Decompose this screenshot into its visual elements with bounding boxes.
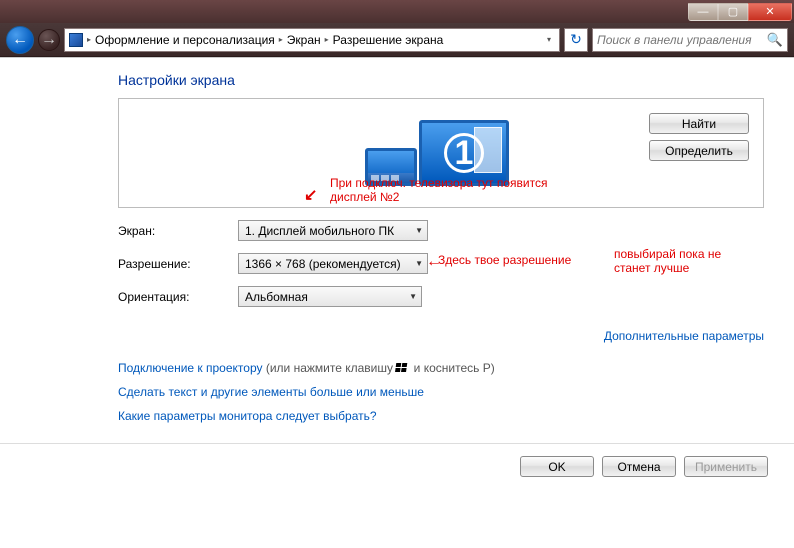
find-button[interactable]: Найти: [649, 113, 749, 134]
footer-bar: OK Отмена Применить: [0, 444, 794, 489]
annotation-tv: ↙ При подключ. телевизора тут появится д…: [330, 176, 570, 205]
row-orientation: Ориентация: Альбомная ▼: [118, 286, 764, 307]
breadcrumb-item[interactable]: Экран: [287, 33, 321, 47]
which-settings-link[interactable]: Какие параметры монитора следует выбрать…: [118, 409, 764, 423]
annotation-pick: повыбирай пока не станет лучше: [614, 247, 754, 276]
annotation-resolution: ← Здесь твое разрешение: [438, 253, 571, 267]
chevron-down-icon[interactable]: ▾: [547, 35, 555, 44]
chevron-right-icon: ▸: [279, 35, 283, 44]
connect-projector-link[interactable]: Подключение к проектору: [118, 361, 263, 375]
chevron-right-icon: ▸: [87, 35, 91, 44]
advanced-link-row: Дополнительные параметры: [118, 329, 764, 343]
projector-row: Подключение к проектору (или нажмите кла…: [118, 361, 764, 375]
resolution-combobox[interactable]: 1366 × 768 (рекомендуется) ▼: [238, 253, 428, 274]
maximize-icon: ▢: [728, 5, 738, 18]
arrow-left-icon: ←: [12, 31, 28, 49]
chevron-down-icon: ▼: [415, 259, 423, 268]
help-links: Подключение к проектору (или нажмите кла…: [118, 361, 764, 423]
maximize-button[interactable]: ▢: [718, 3, 748, 21]
annotation-text: При подключ. телевизора тут появится дис…: [330, 176, 547, 204]
search-icon: 🔍: [767, 32, 783, 48]
screen-label: Экран:: [118, 224, 238, 238]
window-title-bar: — ▢ ✕: [0, 0, 794, 23]
projector-hint-post: и коснитесь P): [410, 361, 494, 375]
orientation-label: Ориентация:: [118, 290, 238, 304]
combo-value: Альбомная: [245, 290, 308, 304]
apply-button[interactable]: Применить: [684, 456, 768, 477]
cancel-button[interactable]: Отмена: [602, 456, 676, 477]
chevron-down-icon: ▼: [409, 292, 417, 301]
chevron-right-icon: ▸: [325, 35, 329, 44]
row-screen: Экран: 1. Дисплей мобильного ПК ▼: [118, 220, 764, 241]
annotation-text: повыбирай пока не станет лучше: [614, 247, 721, 275]
arrow-right-icon: →: [41, 31, 57, 49]
orientation-combobox[interactable]: Альбомная ▼: [238, 286, 422, 307]
text-size-link[interactable]: Сделать текст и другие элементы больше и…: [118, 385, 764, 399]
refresh-button[interactable]: ↻: [564, 28, 588, 52]
arrow-annotation-icon: ↙: [304, 186, 317, 205]
breadcrumb-item[interactable]: Оформление и персонализация: [95, 33, 275, 47]
close-button[interactable]: ✕: [748, 3, 792, 21]
resolution-label: Разрешение:: [118, 257, 238, 271]
search-box[interactable]: 🔍: [592, 28, 788, 52]
arrow-annotation-icon: ←: [426, 252, 442, 271]
ok-button[interactable]: OK: [520, 456, 594, 477]
navigation-bar: ← → ▸ Оформление и персонализация ▸ Экра…: [0, 23, 794, 57]
minimize-button[interactable]: —: [688, 3, 718, 21]
breadcrumb-item[interactable]: Разрешение экрана: [333, 33, 444, 47]
screen-combobox[interactable]: 1. Дисплей мобильного ПК ▼: [238, 220, 428, 241]
combo-value: 1. Дисплей мобильного ПК: [245, 224, 394, 238]
back-button[interactable]: ←: [6, 26, 34, 54]
row-resolution: Разрешение: 1366 × 768 (рекомендуется) ▼…: [118, 253, 764, 274]
window-body: Настройки экрана 1 Найти Определить ↙ Пр…: [0, 57, 794, 548]
preview-buttons: Найти Определить: [649, 113, 749, 161]
windows-key-icon: [396, 363, 410, 375]
refresh-icon: ↻: [570, 31, 582, 48]
combo-value: 1366 × 768 (рекомендуется): [245, 257, 401, 271]
projector-hint-pre: (или нажмите клавишу: [263, 361, 397, 375]
content-area: Настройки экрана 1 Найти Определить ↙ Пр…: [0, 58, 794, 423]
minimize-icon: —: [698, 6, 709, 18]
page-title: Настройки экрана: [118, 72, 764, 88]
monitor-number: 1: [444, 133, 484, 173]
annotation-text: Здесь твое разрешение: [438, 253, 571, 267]
advanced-settings-link[interactable]: Дополнительные параметры: [604, 329, 764, 343]
address-bar[interactable]: ▸ Оформление и персонализация ▸ Экран ▸ …: [64, 28, 560, 52]
close-icon: ✕: [765, 5, 774, 18]
forward-button[interactable]: →: [38, 29, 60, 51]
detect-button[interactable]: Определить: [649, 140, 749, 161]
chevron-down-icon: ▼: [415, 226, 423, 235]
search-input[interactable]: [597, 33, 767, 47]
window-control-group: — ▢ ✕: [688, 3, 792, 21]
control-panel-icon: [69, 33, 83, 47]
